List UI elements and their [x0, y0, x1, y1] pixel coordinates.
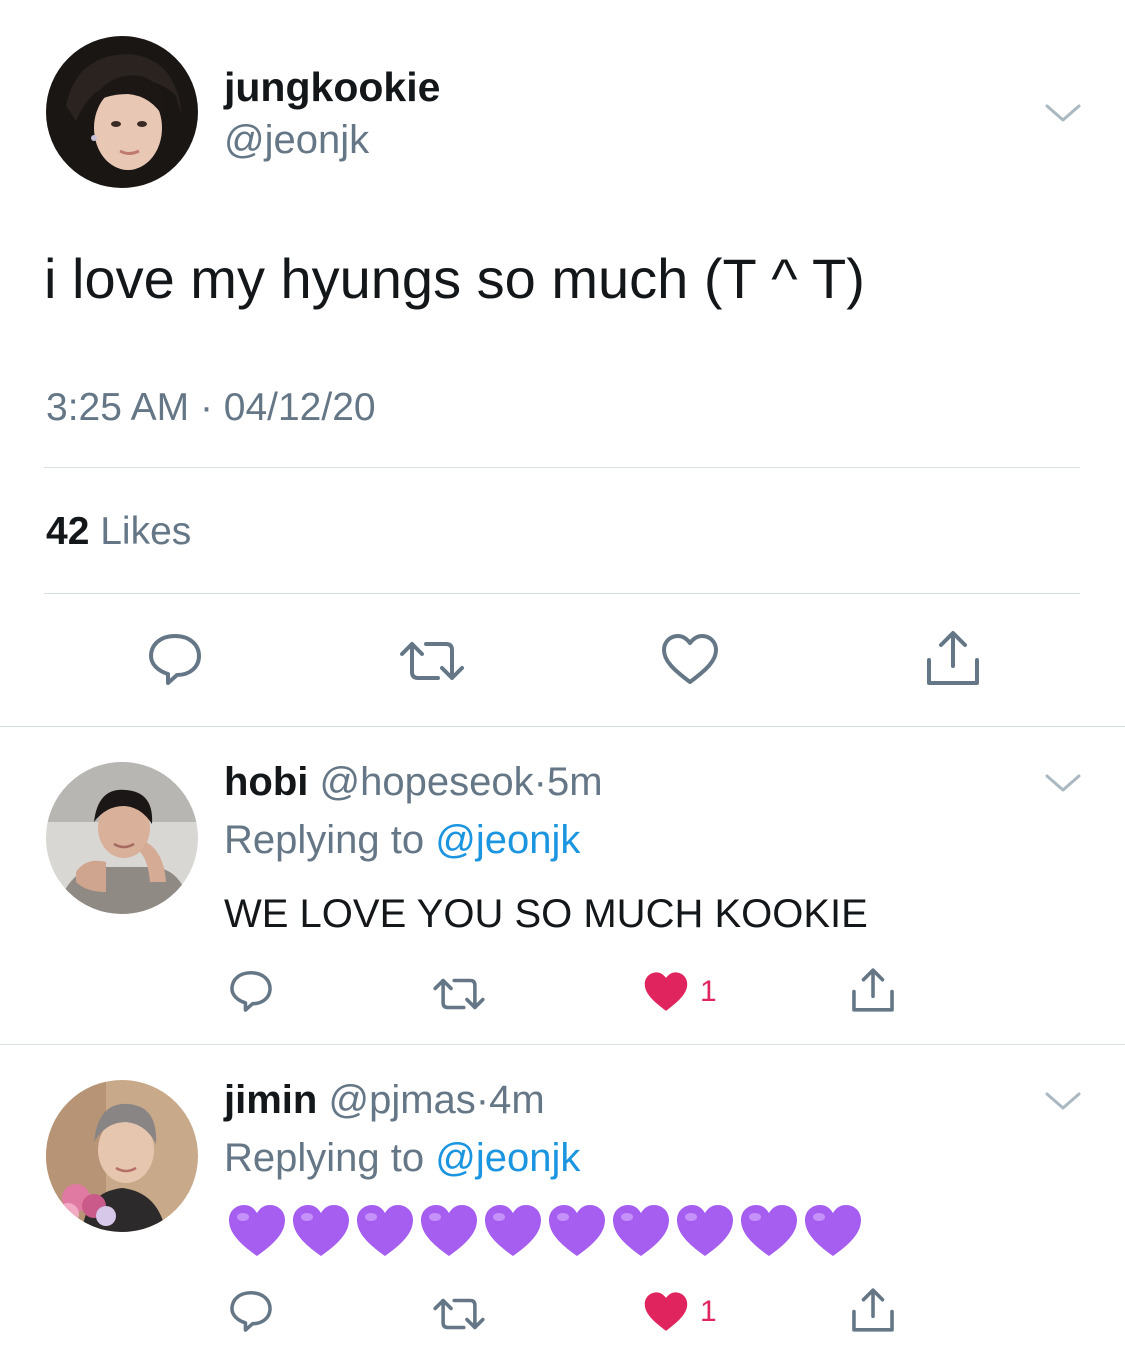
tweet-time: 3:25 AM: [46, 386, 190, 429]
tweet-timestamp[interactable]: 3:25 AM · 04/12/20: [46, 386, 376, 430]
likes-label: Likes: [100, 510, 192, 553]
divider: [0, 1044, 1125, 1045]
divider: [44, 593, 1080, 594]
chevron-down-icon[interactable]: [1043, 1089, 1083, 1113]
purple-heart-emoji: [741, 1205, 797, 1256]
replying-mention[interactable]: @jeonjk: [435, 818, 580, 862]
share-icon[interactable]: [850, 966, 896, 1014]
reply-header: hobi @hopeseok·5m: [224, 760, 603, 805]
jimin-avatar[interactable]: [46, 1080, 198, 1232]
reply-age[interactable]: 4m: [489, 1078, 545, 1122]
jungkookie-avatar[interactable]: [46, 36, 198, 188]
purple-heart-emoji: [293, 1205, 349, 1256]
tweet-date: 04/12/20: [223, 386, 376, 429]
reply-display-name[interactable]: jimin: [224, 1078, 317, 1122]
retweet-icon[interactable]: [432, 1294, 486, 1334]
reply-like-action[interactable]: 1: [642, 1290, 717, 1334]
retweet-icon[interactable]: [432, 974, 486, 1014]
reply-text: WE LOVE YOU SO MUCH KOOKIE: [224, 892, 868, 936]
reply-separator: ·: [533, 760, 547, 804]
divider: [44, 467, 1080, 468]
reply-separator: ·: [475, 1078, 490, 1122]
chevron-down-icon[interactable]: [1043, 771, 1083, 795]
retweet-icon[interactable]: [398, 636, 466, 686]
main-display-name[interactable]: jungkookie: [224, 64, 440, 111]
reply-icon[interactable]: [228, 1288, 274, 1334]
purple-heart-emoji: [677, 1205, 733, 1256]
purple-heart-emoji: [549, 1205, 605, 1256]
like-heart-icon[interactable]: [660, 632, 720, 688]
hobi-avatar[interactable]: [46, 762, 198, 914]
divider: [0, 726, 1125, 727]
purple-heart-emoji: [421, 1205, 477, 1256]
purple-heart-emoji: [485, 1205, 541, 1256]
reply-display-name[interactable]: hobi: [224, 760, 308, 804]
reply-handle[interactable]: @hopeseok: [320, 760, 534, 804]
purple-heart-emoji: [229, 1205, 285, 1256]
reply-age[interactable]: 5m: [547, 760, 603, 804]
likes-count: 42: [46, 510, 90, 553]
purple-heart-emoji: [613, 1205, 669, 1256]
purple-heart-emoji: [805, 1205, 861, 1256]
replying-label: Replying to: [224, 818, 425, 862]
main-handle[interactable]: @jeonjk: [224, 118, 369, 163]
share-icon[interactable]: [850, 1286, 896, 1334]
liked-heart-icon: [644, 972, 688, 1011]
reply-icon[interactable]: [228, 968, 274, 1014]
reply-like-action[interactable]: 1: [642, 970, 717, 1014]
chevron-down-icon[interactable]: [1043, 101, 1083, 125]
liked-heart-icon: [644, 1292, 688, 1331]
share-icon[interactable]: [924, 628, 982, 688]
replying-to: Replying to @jeonjk: [224, 818, 580, 863]
tweet-text: i love my hyungs so much (T ^ T): [44, 247, 865, 310]
reply-like-count: 1: [700, 975, 717, 1008]
replying-to: Replying to @jeonjk: [224, 1136, 580, 1181]
timestamp-separator: ·: [199, 386, 213, 429]
reply-icon[interactable]: [146, 630, 204, 688]
likes-summary[interactable]: 42 Likes: [46, 510, 191, 554]
reply-text-emojis: [226, 1202, 864, 1260]
purple-heart-emoji: [357, 1205, 413, 1256]
reply-handle[interactable]: @pjmas: [328, 1078, 475, 1122]
replying-mention[interactable]: @jeonjk: [435, 1136, 580, 1180]
replying-label: Replying to: [224, 1136, 425, 1180]
reply-like-count: 1: [700, 1295, 717, 1328]
reply-header: jimin @pjmas·4m: [224, 1078, 545, 1123]
